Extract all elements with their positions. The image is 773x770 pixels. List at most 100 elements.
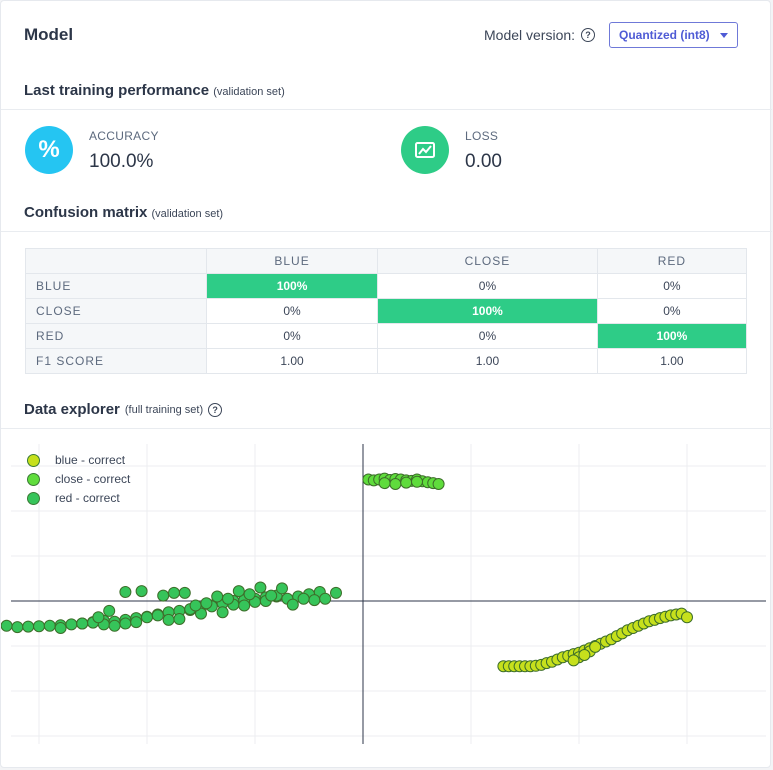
- scatter-point[interactable]: [276, 582, 288, 595]
- scatter-point[interactable]: [141, 611, 153, 624]
- scatter-point[interactable]: [151, 609, 164, 622]
- scatter-point[interactable]: [135, 585, 148, 598]
- scatter-point[interactable]: [589, 640, 602, 653]
- confusion-subtitle: (validation set): [151, 208, 224, 220]
- matrix-cell: 0%: [205, 323, 379, 349]
- divider: [1, 231, 772, 232]
- scatter-point[interactable]: [189, 599, 202, 612]
- confusion-title-text: Confusion matrix: [24, 204, 148, 221]
- scatter-point[interactable]: [119, 617, 132, 630]
- scatter-point[interactable]: [567, 654, 580, 667]
- chart-icon: [401, 126, 449, 174]
- scatter-point[interactable]: [200, 597, 213, 610]
- scatter-point[interactable]: [432, 478, 445, 490]
- legend-swatch: [27, 453, 40, 467]
- scatter-point[interactable]: [119, 586, 132, 598]
- scatter-point[interactable]: [411, 475, 423, 488]
- model-card: Model Model version: ? Quantized (int8) …: [0, 0, 772, 768]
- performance-title: Last training performance (validation se…: [24, 82, 285, 99]
- matrix-cell: 0%: [377, 273, 598, 299]
- col-header: CLOSE: [377, 248, 598, 274]
- scatter-point[interactable]: [222, 592, 234, 605]
- scatter-point[interactable]: [22, 620, 35, 633]
- scatter-point[interactable]: [238, 599, 251, 612]
- scatter-point[interactable]: [162, 613, 175, 626]
- matrix-cell: 0%: [596, 273, 748, 299]
- divider: [1, 428, 772, 429]
- matrix-cell: 0%: [205, 298, 379, 324]
- performance-subtitle: (validation set): [213, 86, 285, 98]
- scatter-point[interactable]: [216, 606, 229, 619]
- scatter-point[interactable]: [33, 620, 45, 633]
- f1-cell: 1.00: [205, 348, 379, 374]
- page-title: Model: [24, 25, 74, 44]
- table-row: CLOSE 0% 100% 0%: [25, 298, 748, 324]
- scatter-point[interactable]: [92, 611, 105, 624]
- matrix-cell: 100%: [596, 323, 748, 349]
- matrix-cell: 100%: [377, 298, 598, 324]
- scatter-point[interactable]: [168, 586, 180, 599]
- scatter-point[interactable]: [578, 649, 591, 661]
- scatter-point[interactable]: [11, 621, 24, 634]
- f1-cell: 1.00: [377, 348, 598, 374]
- scatter-point[interactable]: [178, 586, 191, 599]
- model-version-select[interactable]: Quantized (int8): [609, 22, 738, 48]
- legend-swatch: [27, 472, 40, 486]
- scatter-point[interactable]: [54, 622, 67, 634]
- scatter-point[interactable]: [76, 617, 89, 630]
- row-header: F1 SCORE: [25, 348, 207, 374]
- corner-cell: [25, 248, 207, 274]
- performance-title-text: Last training performance: [24, 82, 210, 99]
- scatter-point[interactable]: [232, 585, 245, 598]
- percent-icon: %: [25, 126, 73, 174]
- scatter-point[interactable]: [330, 586, 342, 599]
- f1-cell: 1.00: [596, 348, 748, 374]
- scatter-point[interactable]: [319, 592, 332, 605]
- matrix-cell: 100%: [205, 273, 379, 299]
- scatter-point[interactable]: [1, 619, 13, 632]
- model-version-text: Model version:: [484, 27, 576, 43]
- table-row: F1 SCORE 1.00 1.00 1.00: [25, 348, 748, 374]
- loss-label: LOSS: [465, 129, 499, 143]
- help-icon[interactable]: ?: [581, 28, 596, 42]
- scatter-point[interactable]: [43, 619, 56, 632]
- legend-item[interactable]: close - correct: [27, 472, 130, 486]
- scatter-point[interactable]: [211, 590, 224, 603]
- legend-item[interactable]: red - correct: [27, 491, 120, 505]
- help-icon[interactable]: ?: [208, 402, 223, 417]
- scatter-point[interactable]: [265, 589, 278, 602]
- scatter-point[interactable]: [65, 618, 78, 631]
- scatter-point[interactable]: [103, 604, 116, 617]
- scatter-point[interactable]: [130, 616, 143, 629]
- confusion-matrix: BLUE CLOSE RED BLUE 100% 0% 0% CLOSE 0% …: [25, 248, 748, 374]
- explorer-title-text: Data explorer: [24, 401, 120, 418]
- scatter-point[interactable]: [243, 588, 256, 601]
- scatter-point[interactable]: [681, 611, 693, 624]
- model-version-value: Quantized (int8): [619, 28, 710, 42]
- scatter-point[interactable]: [308, 594, 321, 607]
- row-header: RED: [25, 323, 207, 349]
- accuracy-value: 100.0%: [89, 151, 154, 172]
- col-header: BLUE: [205, 248, 379, 274]
- row-header: CLOSE: [25, 298, 207, 324]
- divider: [1, 109, 772, 110]
- matrix-cell: 0%: [377, 323, 598, 349]
- table-row: RED 0% 0% 100%: [25, 323, 748, 349]
- legend-item[interactable]: blue - correct: [27, 453, 125, 467]
- scatter-point[interactable]: [400, 476, 413, 489]
- legend-label: blue - correct: [55, 453, 126, 467]
- table-row: BLUE 100% 0% 0%: [25, 273, 748, 299]
- scatter-point[interactable]: [297, 592, 310, 605]
- scatter-point[interactable]: [173, 613, 186, 625]
- scatter-point[interactable]: [286, 598, 299, 611]
- model-version-label: Model version: ?: [484, 27, 596, 43]
- legend-swatch: [27, 491, 40, 505]
- loss-value: 0.00: [465, 151, 502, 172]
- scatter-point[interactable]: [378, 477, 391, 490]
- explorer-subtitle: (full training set): [124, 403, 204, 416]
- scatter-point[interactable]: [157, 589, 170, 602]
- confusion-header-row: BLUE CLOSE RED: [25, 248, 748, 274]
- scatter-point[interactable]: [389, 478, 402, 490]
- scatter-point[interactable]: [108, 619, 121, 632]
- scatter-point[interactable]: [254, 581, 267, 594]
